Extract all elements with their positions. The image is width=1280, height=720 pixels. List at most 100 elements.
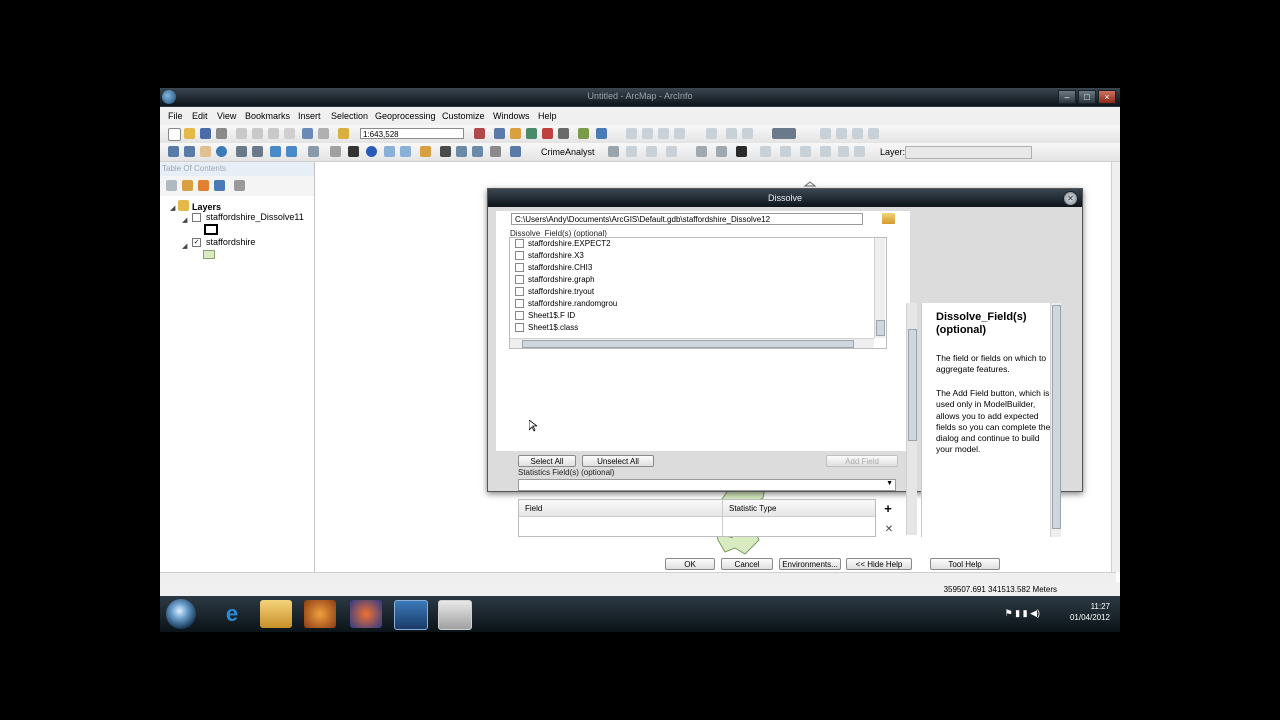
system-tray[interactable]: ⚑ ▮ ▮ ◀) xyxy=(1005,608,1040,619)
chevron-down-icon[interactable]: ▼ xyxy=(886,480,893,487)
expand-icon[interactable]: ◢ xyxy=(182,242,187,250)
field-checkbox[interactable] xyxy=(515,263,524,273)
parameters-vertical-scrollbar[interactable] xyxy=(906,303,917,535)
back-extent-icon[interactable] xyxy=(270,146,281,157)
maximize-icon[interactable]: □ xyxy=(1078,90,1096,104)
field-checkbox[interactable] xyxy=(515,287,524,297)
copy-icon[interactable] xyxy=(252,128,263,139)
list-item[interactable]: staffordshire.tryout xyxy=(515,286,594,298)
dialog-titlebar[interactable]: Dissolve ✕ xyxy=(488,189,1082,207)
menu-windows[interactable]: Windows xyxy=(493,111,530,121)
go-to-xy-icon[interactable] xyxy=(472,146,483,157)
internet-explorer-icon[interactable]: e xyxy=(216,600,248,628)
menu-customize[interactable]: Customize xyxy=(442,111,485,121)
editor-icon[interactable] xyxy=(474,128,485,139)
minimize-icon[interactable]: – xyxy=(1058,90,1076,104)
layer-dropdown[interactable] xyxy=(905,146,1032,159)
fields-horizontal-scrollbar[interactable] xyxy=(510,338,874,348)
modelbuilder-icon[interactable] xyxy=(578,128,589,139)
toc-window-icon[interactable] xyxy=(494,128,505,139)
menu-edit[interactable]: Edit xyxy=(192,111,208,121)
clock[interactable]: 11:27 01/04/2012 xyxy=(1070,601,1110,623)
scroll-thumb[interactable] xyxy=(522,340,854,348)
firefox-icon[interactable] xyxy=(350,600,382,628)
open-icon[interactable] xyxy=(184,128,195,139)
catalog-icon[interactable] xyxy=(510,128,521,139)
pan-icon[interactable] xyxy=(200,146,211,157)
clear-selection-icon[interactable] xyxy=(330,146,341,157)
field-checkbox[interactable] xyxy=(515,275,524,285)
expand-icon[interactable]: ◢ xyxy=(170,204,175,212)
ok-button[interactable]: OK xyxy=(665,558,715,570)
window-taskbar-icon[interactable] xyxy=(438,600,472,630)
fields-vertical-scrollbar[interactable] xyxy=(874,238,885,338)
field-checkbox[interactable] xyxy=(515,299,524,309)
split-tool-icon[interactable] xyxy=(736,146,747,157)
cancel-button[interactable]: Cancel xyxy=(721,558,773,570)
layer-symbol-fill[interactable] xyxy=(203,250,215,259)
input-features-field[interactable]: C:\Users\Andy\Documents\ArcGIS\Default.g… xyxy=(511,213,863,225)
route-icon[interactable] xyxy=(456,146,467,157)
paste-icon[interactable] xyxy=(268,128,279,139)
menu-help[interactable]: Help xyxy=(538,111,557,121)
search-window-icon[interactable] xyxy=(526,128,537,139)
close-icon[interactable]: × xyxy=(1098,90,1116,104)
scroll-thumb[interactable] xyxy=(1052,305,1061,529)
list-by-selection-icon[interactable] xyxy=(214,180,225,191)
add-field-button[interactable]: Add Field xyxy=(826,455,898,467)
expand-icon[interactable]: ◢ xyxy=(182,216,187,224)
crimeanalyst-menu[interactable]: CrimeAnalyst xyxy=(541,147,595,157)
menu-selection[interactable]: Selection xyxy=(331,111,368,121)
menu-view[interactable]: View xyxy=(217,111,236,121)
print-icon[interactable] xyxy=(216,128,227,139)
file-explorer-icon[interactable] xyxy=(260,600,292,628)
dialog-close-icon[interactable]: ✕ xyxy=(1063,191,1078,206)
menu-bookmarks[interactable]: Bookmarks xyxy=(245,111,290,121)
undo-icon[interactable] xyxy=(302,128,313,139)
field-checkbox[interactable] xyxy=(515,311,524,321)
browse-folder-icon[interactable] xyxy=(882,213,895,224)
layer-name[interactable]: staffordshire_Dissolve11 xyxy=(206,212,304,222)
list-by-source-icon[interactable] xyxy=(182,180,193,191)
media-player-icon[interactable] xyxy=(304,600,336,628)
map-scale-input[interactable]: 1:643,528 xyxy=(360,128,464,139)
statistics-field-dropdown[interactable]: ▼ xyxy=(518,479,896,491)
color-swatch-icon[interactable] xyxy=(772,128,796,139)
scroll-thumb[interactable] xyxy=(908,329,917,441)
toc-options-icon[interactable] xyxy=(234,180,245,191)
select-all-button[interactable]: Select All xyxy=(518,455,576,467)
tool-help-button[interactable]: Tool Help xyxy=(930,558,1000,570)
map-vertical-scrollbar[interactable] xyxy=(1111,162,1120,572)
find-icon[interactable] xyxy=(440,146,451,157)
menu-insert[interactable]: Insert xyxy=(298,111,321,121)
arctoolbox-icon[interactable] xyxy=(542,128,553,139)
add-data-icon[interactable] xyxy=(338,128,349,139)
field-checkbox[interactable] xyxy=(515,323,524,333)
forward-extent-icon[interactable] xyxy=(286,146,297,157)
field-checkbox[interactable] xyxy=(515,239,524,249)
hide-help-button[interactable]: << Hide Help xyxy=(846,558,912,570)
list-item[interactable]: Sheet1$.F ID xyxy=(515,310,575,322)
save-icon[interactable] xyxy=(200,128,211,139)
delete-icon[interactable] xyxy=(284,128,295,139)
menu-geoprocessing[interactable]: Geoprocessing xyxy=(375,111,436,121)
time-slider-icon[interactable] xyxy=(490,146,501,157)
window-titlebar[interactable]: Untitled - ArcMap - ArcInfo – □ × xyxy=(160,88,1120,107)
list-item[interactable]: Sheet1$.class xyxy=(515,322,578,334)
fixed-zoom-out-icon[interactable] xyxy=(252,146,263,157)
list-item[interactable]: staffordshire.randomgrou xyxy=(515,298,617,310)
new-icon[interactable] xyxy=(168,128,181,141)
help-vertical-scrollbar[interactable] xyxy=(1050,303,1061,537)
list-item[interactable]: staffordshire.CHI3 xyxy=(515,262,592,274)
fixed-zoom-in-icon[interactable] xyxy=(236,146,247,157)
layer-checkbox[interactable] xyxy=(192,213,201,222)
scroll-thumb[interactable] xyxy=(876,320,885,336)
menu-file[interactable]: File xyxy=(168,111,183,121)
field-column-header[interactable]: Field xyxy=(525,504,542,513)
viewer-icon[interactable] xyxy=(510,146,521,157)
select-elements-icon[interactable] xyxy=(348,146,359,157)
identify-icon[interactable] xyxy=(366,146,377,157)
hyperlink-icon[interactable] xyxy=(384,146,395,157)
layer-checkbox-checked[interactable]: ✓ xyxy=(192,238,201,247)
arcmap-taskbar-icon[interactable] xyxy=(394,600,428,630)
